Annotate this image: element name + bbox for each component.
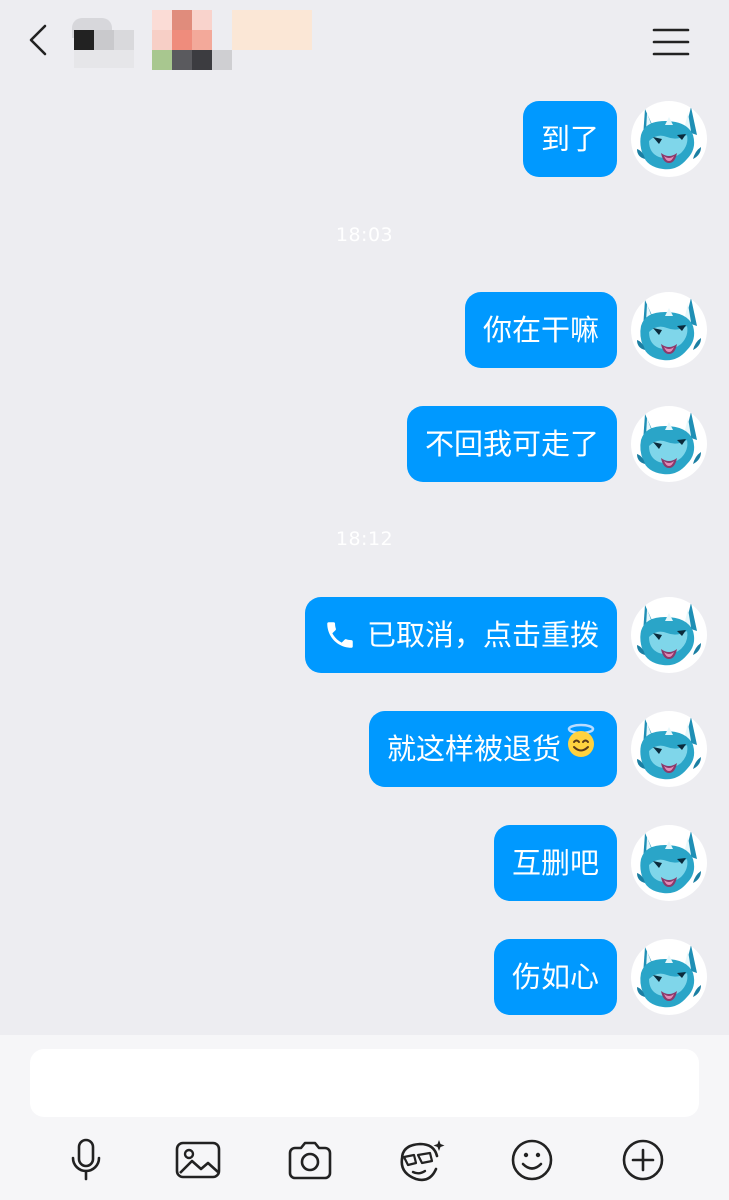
input-toolbar [0, 1135, 729, 1185]
angel-emoji [563, 711, 599, 787]
chat-messages[interactable]: 到了 18:03 你在干嘛 不回我可走了 18:12 已取消，点击重拨 就这样被… [0, 85, 729, 1035]
message-row: 不回我可走了 [0, 406, 729, 482]
menu-button[interactable] [648, 22, 694, 62]
avatar[interactable] [631, 597, 707, 673]
message-input[interactable] [30, 1049, 699, 1117]
wolf-avatar-icon [637, 107, 701, 170]
avatar[interactable] [631, 292, 707, 368]
avatar[interactable] [631, 939, 707, 1015]
avatar[interactable] [631, 406, 707, 482]
message-row: 伤如心 [0, 939, 729, 1015]
gallery-button[interactable] [172, 1135, 224, 1185]
message-bubble[interactable]: 就这样被退货 [368, 711, 617, 787]
wolf-avatar-icon [637, 298, 701, 361]
chat-header [0, 0, 729, 85]
sticker-button[interactable] [395, 1135, 447, 1185]
wolf-avatar-icon [637, 831, 701, 894]
message-bubble[interactable]: 到了 [522, 101, 617, 177]
message-row: 到了 [0, 101, 729, 177]
message-row: 就这样被退货 [0, 711, 729, 787]
wolf-avatar-icon [637, 412, 701, 475]
voice-button[interactable] [60, 1135, 112, 1185]
message-text: 互删吧 [511, 846, 599, 880]
avatar[interactable] [631, 101, 707, 177]
contact-name-pixelated[interactable] [66, 8, 326, 74]
microphone-icon [71, 1138, 101, 1181]
chevron-left-icon [29, 24, 47, 56]
message-text: 到了 [540, 122, 599, 156]
message-text: 你在干嘛 [482, 313, 599, 347]
message-row: 你在干嘛 [0, 292, 729, 368]
more-button[interactable] [617, 1135, 669, 1185]
timestamp: 18:12 [335, 528, 394, 550]
message-row: 互删吧 [0, 825, 729, 901]
input-area [0, 1035, 729, 1200]
camera-button[interactable] [284, 1135, 336, 1185]
wolf-avatar-icon [637, 945, 701, 1008]
emoji-button[interactable] [506, 1135, 558, 1185]
emoji-icon [511, 1139, 553, 1181]
back-button[interactable] [22, 20, 54, 60]
wolf-avatar-icon [637, 717, 701, 780]
message-row: 已取消，点击重拨 [0, 597, 729, 673]
phone-icon [327, 622, 353, 648]
plus-circle-icon [622, 1139, 664, 1181]
wolf-avatar-icon [637, 603, 701, 666]
message-bubble[interactable]: 不回我可走了 [406, 406, 617, 482]
message-text: 就这样被退货 [386, 732, 561, 766]
image-icon [175, 1141, 221, 1179]
avatar[interactable] [631, 825, 707, 901]
message-text: 伤如心 [511, 960, 599, 994]
call-bubble[interactable]: 已取消，点击重拨 [304, 597, 617, 673]
message-bubble[interactable]: 你在干嘛 [464, 292, 617, 368]
timestamp: 18:03 [335, 224, 394, 246]
message-text: 不回我可走了 [424, 427, 599, 461]
message-bubble[interactable]: 伤如心 [493, 939, 617, 1015]
call-status-text: 已取消，点击重拨 [366, 618, 599, 652]
sticker-face-icon [400, 1140, 445, 1182]
camera-icon [288, 1141, 332, 1180]
message-bubble[interactable]: 互删吧 [493, 825, 617, 901]
avatar[interactable] [631, 711, 707, 787]
hamburger-menu-icon [652, 28, 690, 56]
